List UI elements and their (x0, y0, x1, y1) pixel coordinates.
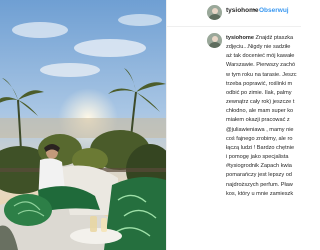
caption-hashtag-line[interactable]: #tysiogrodnik Zapach kwia (226, 162, 301, 171)
caption-line: i pomogę jako specjalista (226, 154, 289, 161)
follow-button[interactable]: Obserwuj (259, 7, 289, 14)
caption-line: w tym roku na tarasie. Jeszc (226, 71, 297, 78)
caption-line: odbić po zimie. Ilak, palmy (226, 89, 292, 96)
caption-line: Warszawie. Pierwszy zachó (226, 62, 296, 69)
caption-line: pomarańczy jest lepszy od (226, 172, 292, 179)
caption-line: aż tak docenieć mój kawałe (226, 53, 295, 60)
caption-first-line-text: Znajdź ptaszka (255, 35, 294, 41)
post-photo[interactable] (0, 0, 166, 250)
post-header: tysiohome • Obserwuj (167, 0, 301, 27)
caption-text: tysiohome Znajdź ptaszka zdjęciu...Nigdy… (226, 34, 301, 199)
caption-line: miałem okazji pracować z (226, 117, 290, 124)
header-separator: • (253, 7, 256, 14)
caption-line: chłodno, ale mam super ko (226, 108, 294, 115)
post-side-panel: tysiohome • Obserwuj tysiohome Znajdź pt… (166, 0, 301, 250)
caption-line: zewnątrz cały rok) jeszcze t (226, 99, 295, 106)
caption-first-line: tysiohome Znajdź ptaszka (226, 34, 301, 43)
caption-username[interactable]: tysiohome (226, 35, 254, 41)
caption-line: coś fajnego zrobimy, ale ro (226, 135, 293, 142)
instagram-post: tysiohome • Obserwuj tysiohome Znajdź pt… (0, 0, 301, 250)
caption-line: trzeba poprawić, roślinki m (226, 80, 293, 87)
caption-line: najdroższych perfum. Pław (226, 181, 293, 188)
caption-line: zdjęciu...Nigdy nie sadziłe (226, 44, 291, 51)
caption-mention-line[interactable]: @juliawieniawa , mamy nie (226, 126, 301, 135)
caption-line: kos, który u mnie zamieszk (226, 190, 294, 197)
caption-avatar[interactable] (207, 33, 222, 48)
caption-comment: tysiohome Znajdź ptaszka zdjęciu...Nigdy… (167, 27, 301, 250)
terrace-photo (0, 0, 166, 250)
caption-line: łączą ludzi ! Bardzo chętnie (226, 144, 295, 151)
avatar[interactable] (207, 5, 222, 20)
